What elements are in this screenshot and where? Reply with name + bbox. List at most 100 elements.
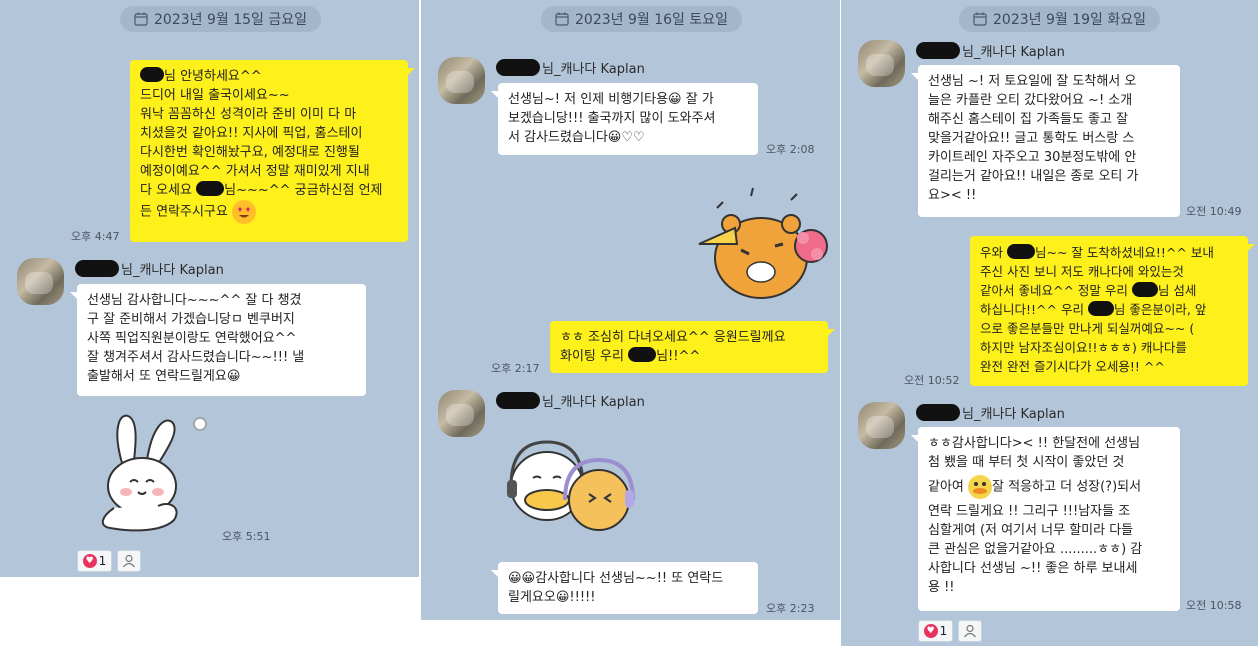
heart-reaction-button[interactable]: ♥ 1 bbox=[918, 620, 953, 642]
duck-emoji-icon bbox=[968, 475, 993, 499]
message-line: 늘은 카플란 오티 갔다왔어요 ~! 소개 bbox=[928, 93, 1133, 108]
calendar-icon bbox=[973, 12, 987, 26]
message-line: 화이팅 우리 bbox=[560, 349, 629, 364]
message-time: 오전 10:52 bbox=[904, 374, 960, 387]
message-line: 든 연락주시구요 bbox=[140, 204, 228, 220]
sender-name[interactable]: 님_캐나다 Kaplan bbox=[496, 57, 645, 77]
avatar[interactable] bbox=[17, 258, 64, 305]
chat-panel-sep16: 2023년 9월 16일 토요일 님_캐나다 Kaplan 선생님~! 저 인제… bbox=[421, 0, 840, 620]
redacted-name bbox=[496, 58, 540, 76]
avatar[interactable] bbox=[858, 402, 905, 449]
reaction-bar: ♥ 1 bbox=[918, 620, 982, 642]
message-line: 선생님 감사합니다~~~^^ 잘 다 챙겼 bbox=[87, 293, 302, 308]
date-divider: 2023년 9월 16일 토요일 bbox=[541, 6, 742, 32]
message-line: 워낙 꼼꼼하신 성격이라 준비 이미 다 마 bbox=[140, 107, 357, 122]
message-line: 주신 사진 보니 저도 캐나다에 와있는것 bbox=[980, 264, 1184, 279]
message-line: 요>< !! bbox=[928, 188, 977, 203]
sender-name[interactable]: 님_캐나다 Kaplan bbox=[496, 390, 645, 410]
person-icon bbox=[964, 624, 976, 638]
avatar[interactable] bbox=[438, 57, 485, 104]
date-divider: 2023년 9월 15일 금요일 bbox=[120, 6, 321, 32]
message-line: 하지만 남자조심이요!!ㅎㅎㅎ) 캐나다를 bbox=[980, 340, 1187, 355]
their-message-bubble[interactable]: 선생님~! 저 인제 비행기타용😀 잘 가 보겠습니당!!! 출국까지 많이 도… bbox=[491, 83, 758, 155]
message-line: 님~~~^^ 궁금하신점 언제 bbox=[224, 183, 383, 198]
message-line: 다시한번 확인해놨구요, 예정대로 진행될 bbox=[140, 145, 360, 160]
my-message-bubble[interactable]: 님 안녕하세요^^ 드디어 내일 출국이세요~~ 워낙 꼼꼼하신 성격이라 준비… bbox=[130, 60, 415, 242]
redacted-name bbox=[1131, 282, 1158, 297]
message-line: 선생님~! 저 인제 비행기타용😀 잘 가 bbox=[508, 92, 714, 107]
sender-name-text: 님_캐나다 Kaplan bbox=[121, 262, 224, 278]
sender-name-text: 님_캐나다 Kaplan bbox=[542, 394, 645, 410]
message-line: 예정이예요^^ 가셔서 정말 재미있게 지내 bbox=[140, 164, 370, 179]
their-message-bubble[interactable]: 선생님 감사합니다~~~^^ 잘 다 챙겼 구 잘 준비해서 가겠습니당ㅁ 벤쿠… bbox=[70, 284, 366, 396]
message-line: 잘 챙겨주셔서 감사드렸습니다~~!!! 낼 bbox=[87, 350, 305, 365]
message-line: 보겠습니당!!! 출국까지 많이 도와주셔 bbox=[508, 111, 716, 126]
message-line: 첨 뵀을 때 부터 첫 시작이 좋았던 것 bbox=[928, 455, 1125, 470]
calendar-icon bbox=[134, 12, 148, 26]
message-line: 님!!^^ bbox=[656, 349, 701, 364]
message-time: 오전 10:49 bbox=[1186, 205, 1242, 218]
chat-panel-sep19: 2023년 9월 19일 화요일 님_캐나다 Kaplan 선생님 ~! 저 토… bbox=[841, 0, 1258, 646]
calendar-icon bbox=[555, 12, 569, 26]
ryan-cheering-sticker[interactable] bbox=[691, 186, 831, 306]
message-line: 맞을거같아요!! 글고 통학도 버스랑 스 bbox=[928, 131, 1135, 146]
reaction-bar: ♥ 1 bbox=[77, 550, 141, 572]
redacted-name bbox=[628, 347, 657, 362]
my-message-bubble[interactable]: ㅎㅎ 조심히 다녀오세요^^ 응원드릴께요 화이팅 우리 님!!^^ bbox=[550, 321, 835, 373]
sender-name-text: 님_캐나다 Kaplan bbox=[542, 61, 645, 77]
message-line: 큰 관심은 없을거같아요 .........ㅎㅎ) 감 bbox=[928, 542, 1143, 557]
message-line: 심할게여 (저 여기서 너무 할미라 다들 bbox=[928, 523, 1134, 538]
message-line: 우와 bbox=[980, 245, 1007, 260]
sender-name[interactable]: 님_캐나다 Kaplan bbox=[916, 40, 1065, 60]
redacted-name bbox=[140, 67, 164, 82]
message-line: 서 감사드렸습니다😀♡♡ bbox=[508, 130, 645, 145]
their-message-bubble[interactable]: ㅎㅎ감사합니다>< !! 한달전에 선생님 첨 뵀을 때 부터 첫 시작이 좋았… bbox=[911, 427, 1180, 611]
avatar[interactable] bbox=[438, 390, 485, 437]
sender-name-text: 님_캐나다 Kaplan bbox=[962, 44, 1065, 60]
message-time: 오후 5:51 bbox=[222, 530, 271, 543]
message-line: 사쪽 픽업직원분이랑도 연락했어요^^ bbox=[87, 331, 297, 346]
heart-icon: ♥ bbox=[923, 624, 938, 638]
message-line: 님~~ 잘 도착하셨네요!!^^ 보내 bbox=[1034, 245, 1214, 260]
heart-reaction-button[interactable]: ♥ 1 bbox=[77, 550, 112, 572]
message-line: 다 오세요 bbox=[140, 183, 197, 198]
message-line: 해주신 홈스테이 집 가족들도 좋고 잘 bbox=[928, 112, 1129, 127]
message-line: 하십니다!!^^ 우리 bbox=[980, 302, 1088, 317]
date-text: 2023년 9월 16일 토요일 bbox=[575, 12, 728, 28]
add-reaction-button[interactable] bbox=[117, 550, 141, 572]
message-line: 님 섬세 bbox=[1157, 283, 1197, 298]
message-line: 용 !! bbox=[928, 580, 955, 595]
duck-and-cat-headphones-sticker[interactable] bbox=[505, 434, 635, 540]
their-message-bubble[interactable]: 선생님 ~! 저 토요일에 잘 도착해서 오 늘은 카플란 오티 갔다왔어요 ~… bbox=[911, 65, 1180, 217]
avatar[interactable] bbox=[858, 40, 905, 87]
message-line: 구 잘 준비해서 가겠습니당ㅁ 벤쿠버지 bbox=[87, 312, 295, 327]
message-time: 오후 2:17 bbox=[491, 362, 540, 375]
message-line: 님 안녕하세요^^ bbox=[164, 69, 262, 84]
message-line: 선생님 ~! 저 토요일에 잘 도착해서 오 bbox=[928, 74, 1137, 89]
message-line: 릴게요오😀!!!!! bbox=[508, 590, 596, 605]
redacted-name bbox=[196, 181, 225, 196]
sender-name[interactable]: 님_캐나다 Kaplan bbox=[916, 402, 1065, 422]
person-icon bbox=[123, 554, 135, 568]
chat-panel-sep15: 2023년 9월 15일 금요일 님 안녕하세요^^ 드디어 내일 출국이세요~… bbox=[0, 0, 419, 577]
redacted-name bbox=[1006, 244, 1035, 259]
white-rabbit-sticker[interactable] bbox=[92, 408, 212, 538]
heart-icon: ♥ bbox=[82, 554, 97, 568]
message-line: 출발해서 또 연락드릴게요😀 bbox=[87, 369, 241, 384]
sender-name-text: 님_캐나다 Kaplan bbox=[962, 406, 1065, 422]
sender-name[interactable]: 님_캐나다 Kaplan bbox=[75, 258, 224, 278]
their-message-bubble[interactable]: 😀😀감사합니다 선생님~~!! 또 연락드 릴게요오😀!!!!! bbox=[491, 562, 758, 614]
redacted-name bbox=[916, 403, 960, 421]
message-line: 사합니다 선생님 ~!! 좋은 하루 보내세 bbox=[928, 561, 1138, 576]
date-divider: 2023년 9월 19일 화요일 bbox=[959, 6, 1160, 32]
message-line: 완전 완전 즐기시다가 오세용!! ^^ bbox=[980, 359, 1165, 374]
message-line: ㅎㅎ감사합니다>< !! 한달전에 선생님 bbox=[928, 436, 1141, 451]
add-reaction-button[interactable] bbox=[958, 620, 982, 642]
message-line: 같아서 좋네요^^ 정말 우리 bbox=[980, 283, 1132, 298]
message-line: 드디어 내일 출국이세요~~ bbox=[140, 88, 290, 103]
message-line: 치셨을것 같아요!! 지사에 픽업, 홈스테이 bbox=[140, 126, 363, 141]
message-line: 으로 좋은분들만 만나게 되실꺼예요~~ ( bbox=[980, 321, 1195, 336]
message-line: 걸리는거 같아요!! 내일은 종로 오티 가 bbox=[928, 169, 1139, 184]
message-line: 같아여 bbox=[928, 479, 964, 495]
my-message-bubble[interactable]: 우와 님~~ 잘 도착하셨네요!!^^ 보내 주신 사진 보니 저도 캐나다에 … bbox=[970, 236, 1255, 386]
